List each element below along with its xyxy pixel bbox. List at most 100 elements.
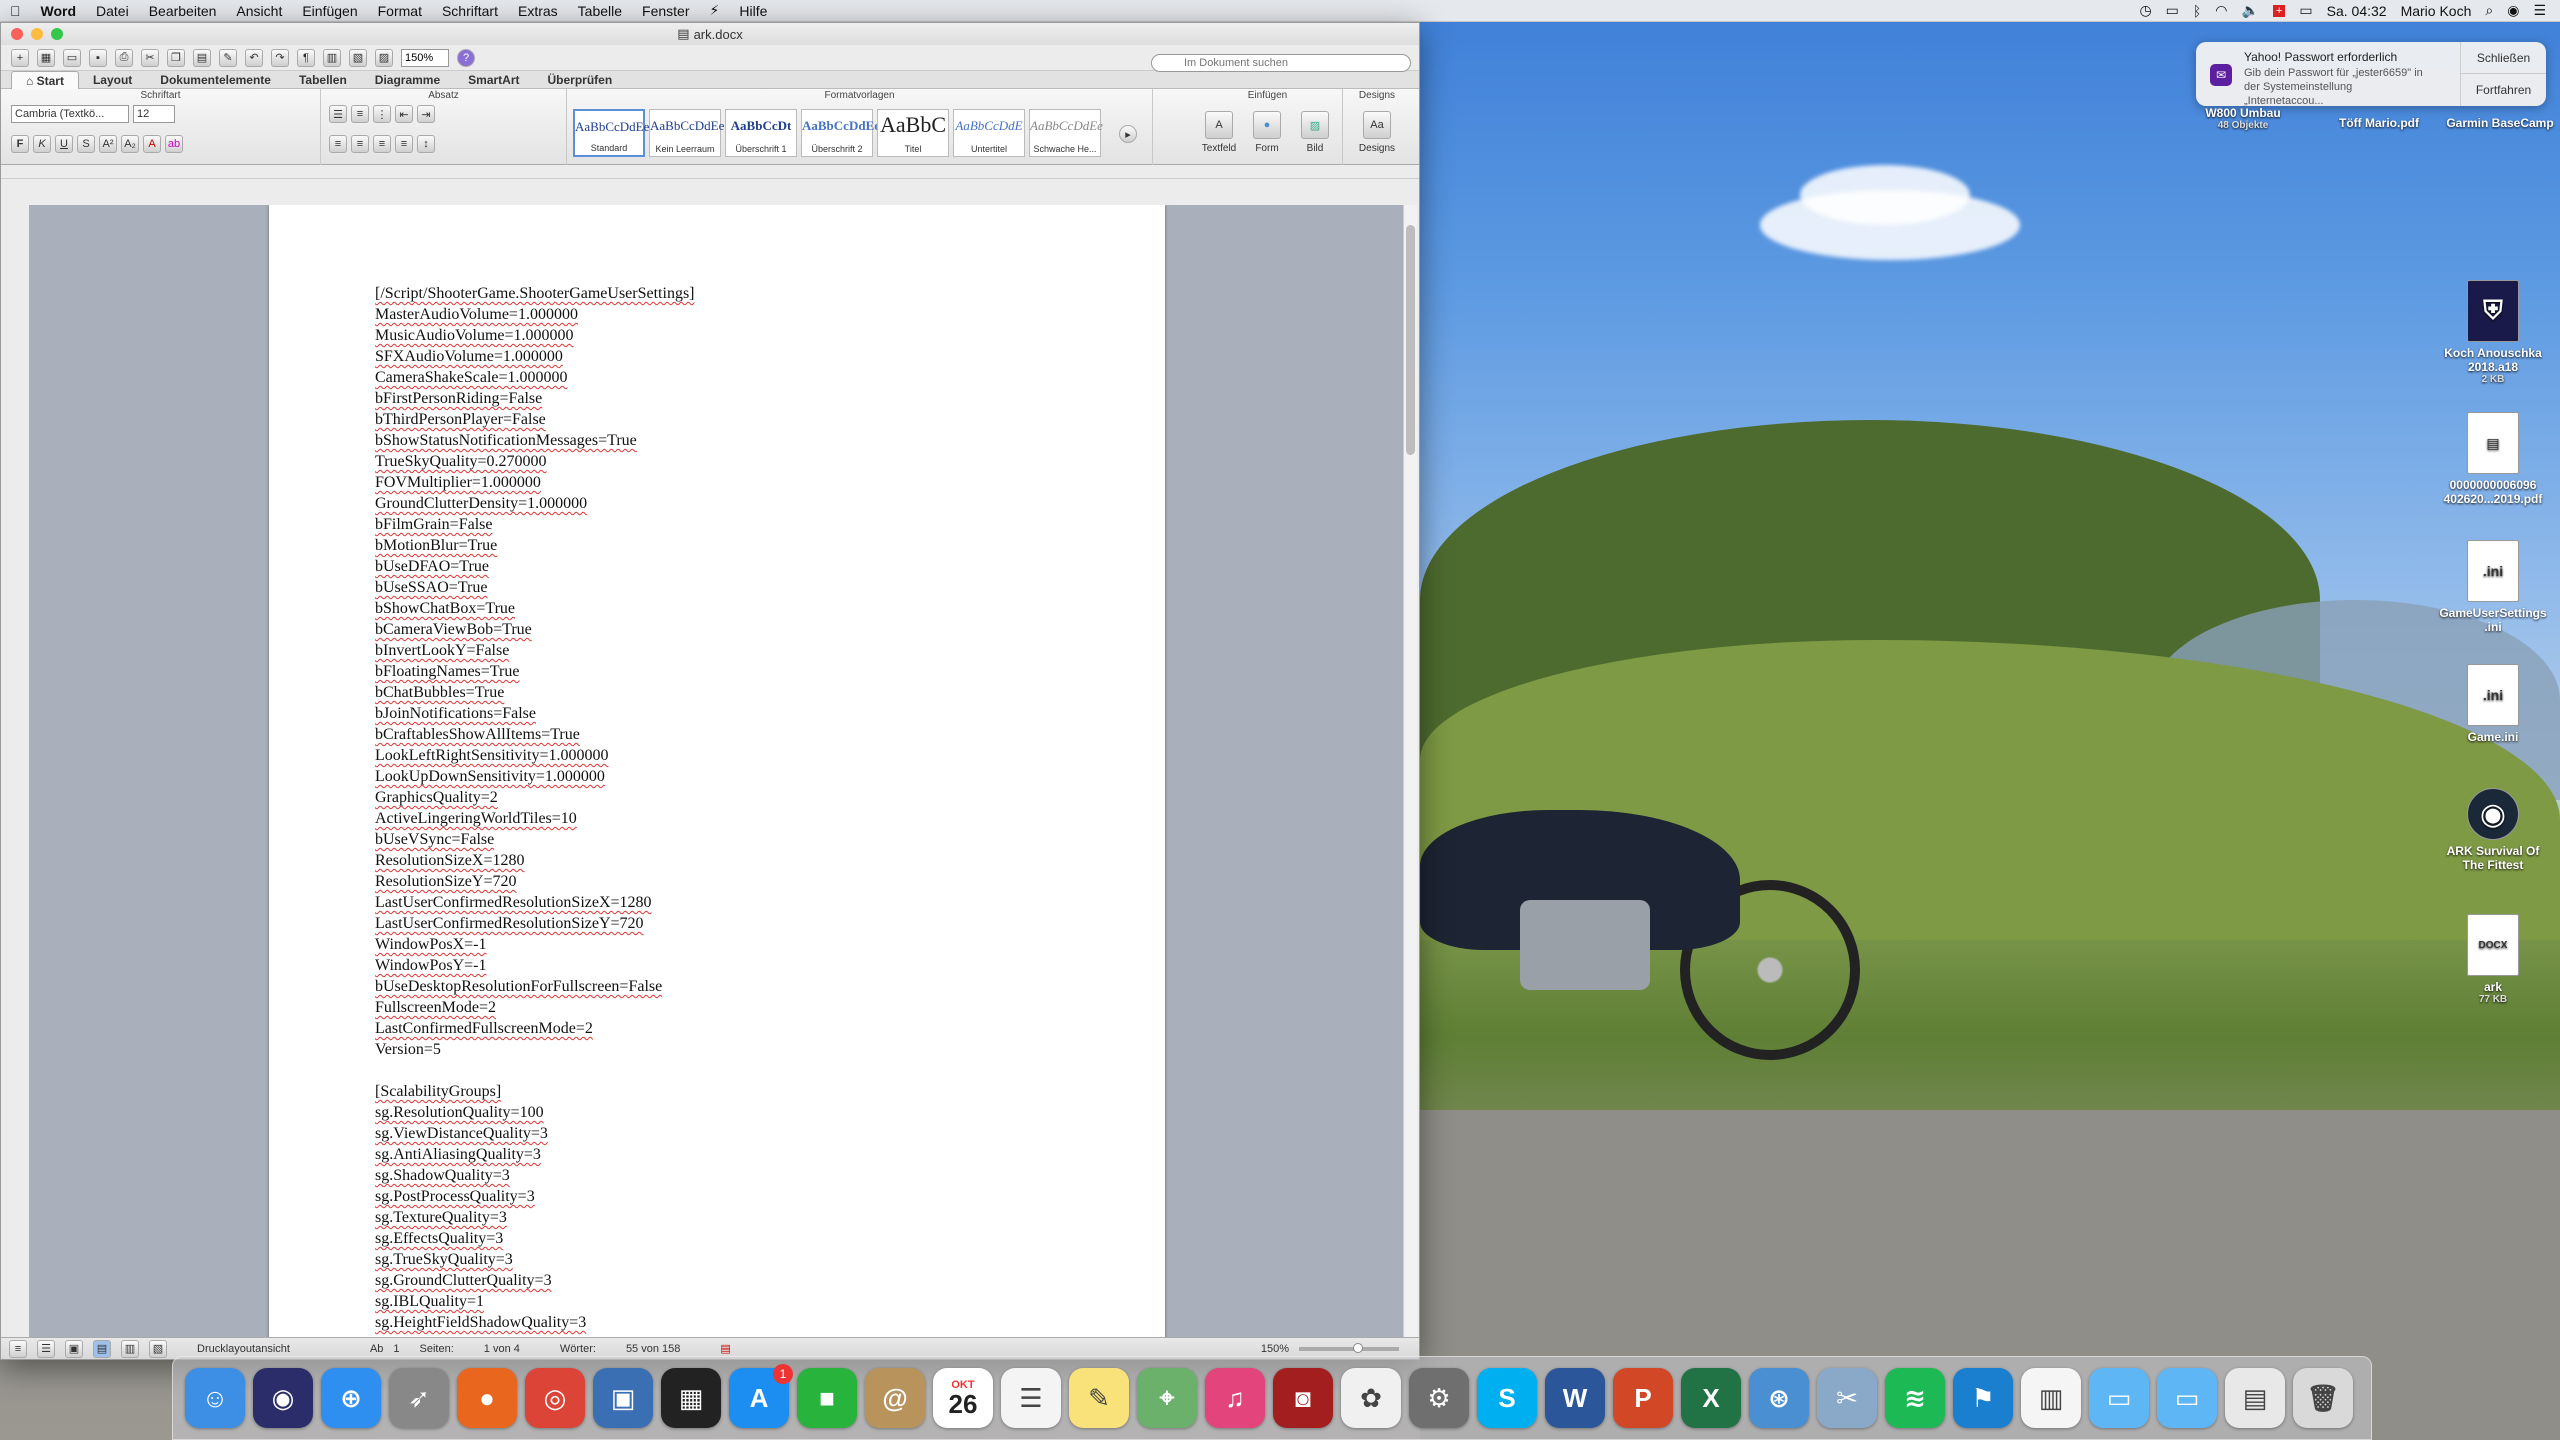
document-line[interactable]: [ScalabilityGroups] [375,1081,695,1102]
menu-ansicht[interactable]: Ansicht [226,3,292,19]
line-spacing-button[interactable]: ↕ [417,135,435,153]
dock-item-safari[interactable]: ⊕ [321,1368,381,1428]
dock-item-system-preferences[interactable]: ⚙ [1409,1368,1469,1428]
style-schwache-hervorhebung[interactable]: AaBbCcDdEe Schwache He... [1029,109,1103,157]
tab-dokumentelemente[interactable]: Dokumentelemente [146,71,285,89]
document-line[interactable]: ActiveLingeringWorldTiles=10 [375,808,695,829]
document-line[interactable]: WindowPosX=-1 [375,934,695,955]
template-icon[interactable]: ▦ [37,48,55,67]
airplay-icon[interactable]: ▭ [2166,2,2179,19]
menu-fenster[interactable]: Fenster [632,3,699,19]
document-line[interactable]: bJoinNotifications=False [375,703,695,724]
document-line[interactable]: bShowChatBox=True [375,598,695,619]
dock-item-contacts[interactable]: @ [865,1368,925,1428]
dock-item-skype[interactable]: S [1477,1368,1537,1428]
document-line[interactable]: sg.TextureQuality=3 [375,1207,695,1228]
document-line[interactable]: SFXAudioVolume=1.000000 [375,346,695,367]
document-line[interactable]: bUseSSAO=True [375,577,695,598]
designs-button[interactable]: Aa Designs [1351,111,1403,154]
save-icon[interactable]: ▪ [89,48,107,67]
style-ueberschrift-2[interactable]: AaBbCcDdEe Überschrift 2 [801,109,880,157]
paste-icon[interactable]: ▤ [193,48,211,67]
dock-item-reminders[interactable]: ☰ [1001,1368,1061,1428]
view-notebook-icon[interactable]: ▥ [121,1339,139,1358]
document-text[interactable]: [/Script/ShooterGame.ShooterGameUserSett… [375,283,695,1333]
notification-continue-button[interactable]: Fortfahren [2461,74,2546,106]
style-standard[interactable]: AaBbCcDdEe Standard [573,109,649,157]
font-size-select[interactable]: 12 [133,105,175,123]
view-publishing-icon[interactable]: ▣ [65,1339,83,1358]
pilcrow-icon[interactable]: ¶ [297,48,315,67]
font-color-button[interactable]: A [143,135,161,153]
dock-item-photo-booth-2[interactable]: ◙ [1273,1368,1333,1428]
document-line[interactable]: bCraftablesShowAllItems=True [375,724,695,745]
document-line[interactable]: MasterAudioVolume=1.000000 [375,304,695,325]
style-untertitel[interactable]: AaBbCcDdE Untertitel [953,109,1025,157]
print-icon[interactable]: ⎙ [115,48,133,67]
document-line[interactable]: ResolutionSizeX=1280 [375,850,695,871]
menu-extras[interactable]: Extras [508,3,568,19]
document-line[interactable]: LastUserConfirmedResolutionSizeY=720 [375,913,695,934]
menu-bearbeiten[interactable]: Bearbeiten [139,3,227,19]
document-line[interactable]: ResolutionSizeY=720 [375,871,695,892]
dock-item-spotify[interactable]: ≋ [1885,1368,1945,1428]
bluetooth-icon[interactable]: ᛒ [2193,3,2201,19]
style-titel[interactable]: AaBbC Titel [877,109,949,157]
notification-close-button[interactable]: Schließen [2461,42,2546,74]
apple-icon[interactable]:  [0,3,31,19]
document-line[interactable]: sg.PostProcessQuality=3 [375,1186,695,1207]
document-line[interactable]: sg.EffectsQuality=3 [375,1228,695,1249]
dock-item-folder[interactable]: ▭ [2089,1368,2149,1428]
insert-bild[interactable]: ▨ Bild [1293,111,1337,154]
wifi-icon[interactable]: ◠ [2215,2,2227,19]
zoom-slider-knob[interactable] [1353,1342,1363,1353]
new-document-icon[interactable]: + [11,48,29,67]
tab-diagramme[interactable]: Diagramme [361,71,454,89]
document-line[interactable]: sg.AntiAliasingQuality=3 [375,1144,695,1165]
script-menu-icon[interactable]: ⚡ [700,2,730,19]
undo-icon[interactable]: ↶ [245,48,263,67]
document-line[interactable]: sg.IBLQuality=1 [375,1291,695,1312]
desktop-item-ark-survival[interactable]: ◉ ARK Survival Of The Fittest [2438,788,2548,872]
document-line[interactable]: LookUpDownSensitivity=1.000000 [375,766,695,787]
justify-button[interactable]: ≡ [395,135,413,153]
insert-form[interactable]: ● Form [1245,111,1289,154]
document-line[interactable]: LastConfirmedFullscreenMode=2 [375,1018,695,1039]
format-painter-icon[interactable]: ✎ [219,48,237,67]
dock-item-launchpad[interactable]: ➶ [389,1368,449,1428]
document-line[interactable]: sg.GroundClutterQuality=3 [375,1270,695,1291]
desktop-item-ark-docx[interactable]: DOCX ark 77 KB [2438,914,2548,1005]
bold-button[interactable]: F [11,135,29,153]
document-line[interactable]: bInvertLookY=False [375,640,695,661]
dock-item-stack[interactable]: ▤ [2225,1368,2285,1428]
dock-item-network[interactable]: ⊛ [1749,1368,1809,1428]
document-line[interactable]: CameraShakeScale=1.000000 [375,367,695,388]
numbering-button[interactable]: ≡ [351,105,369,123]
close-window-button[interactable] [11,28,23,40]
menu-format[interactable]: Format [368,3,432,19]
desktop-item-w800-umbau[interactable]: W800 Umbau 48 Objekte [2188,106,2298,131]
document-line[interactable]: bMotionBlur=True [375,535,695,556]
highlight-button[interactable]: ab [165,135,183,153]
document-line[interactable]: sg.HeightFieldShadowQuality=3 [375,1312,695,1333]
media-icon[interactable]: ▨ [375,48,393,67]
open-icon[interactable]: ▭ [63,48,81,67]
dock-item-document[interactable]: ▥ [2021,1368,2081,1428]
document-line[interactable]: Version=5 [375,1039,695,1060]
scroll-thumb[interactable] [1406,225,1415,455]
dock-item-downloads[interactable]: ▭ [2157,1368,2217,1428]
document-line[interactable]: sg.ResolutionQuality=100 [375,1102,695,1123]
dock-item-siri[interactable]: ◉ [253,1368,313,1428]
multilevel-button[interactable]: ⋮ [373,105,391,123]
ruler[interactable] [1,165,1419,179]
document-line[interactable] [375,1060,695,1081]
redo-icon[interactable]: ↷ [271,48,289,67]
document-line[interactable]: bFilmGrain=False [375,514,695,535]
siri-icon[interactable]: ◉ [2507,2,2519,19]
menu-datei[interactable]: Datei [86,3,139,19]
document-line[interactable]: bUseDesktopResolutionForFullscreen=False [375,976,695,997]
increase-indent-button[interactable]: ⇥ [417,105,435,123]
strikethrough-button[interactable]: S [77,135,95,153]
document-line[interactable]: bChatBubbles=True [375,682,695,703]
dock-item-firefox[interactable]: ● [457,1368,517,1428]
